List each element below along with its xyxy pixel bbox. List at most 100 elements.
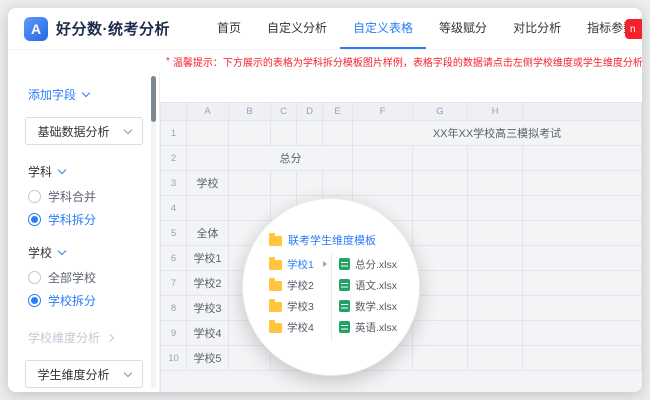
- folder-icon: [269, 236, 282, 246]
- grid-cell: [297, 171, 323, 196]
- row-header: 7: [161, 271, 187, 296]
- magnifier-file-item: 语文.xlsx: [339, 277, 397, 293]
- excel-file-icon: [339, 279, 350, 291]
- magnifier-folder-item: 学校4: [269, 319, 327, 335]
- grid-cell: [468, 346, 523, 371]
- grid-cell: [468, 246, 523, 271]
- grid-cell: [468, 296, 523, 321]
- radio-school-all[interactable]: 全部学校: [8, 270, 159, 284]
- grid-cell: 全体: [187, 221, 229, 246]
- nav-item[interactable]: 首页: [204, 8, 254, 49]
- row-header: 5: [161, 221, 187, 246]
- excel-file-icon: [339, 321, 350, 333]
- row-header: 4: [161, 196, 187, 221]
- grid-cell: [523, 271, 642, 296]
- grid-cell: [413, 296, 468, 321]
- grid-cell: [413, 171, 468, 196]
- hint-text: 温馨提示：下方展示的表格为学科拆分模板图片样例，表格字段的数据请点击左侧学校维度…: [173, 54, 642, 69]
- subject-group-label[interactable]: 学科: [8, 163, 159, 180]
- add-field-label: 添加字段: [28, 86, 76, 103]
- radio-selected-icon[interactable]: [28, 213, 41, 226]
- column-header-B: B: [229, 103, 271, 121]
- grid-cell: [323, 121, 353, 146]
- grid-row: 4: [161, 196, 642, 221]
- nav-item[interactable]: 等级赋分: [426, 8, 500, 49]
- row-header: 8: [161, 296, 187, 321]
- folder-icon: [269, 323, 282, 333]
- grid-cell: [523, 196, 642, 221]
- magnifier-folder-item: 学校3: [269, 298, 327, 314]
- grid-cell: 学校4: [187, 321, 229, 346]
- excel-file-icon: [339, 258, 350, 270]
- sidebar: 添加字段 基础数据分析 学科 学科合并 学科拆分 学校: [8, 72, 160, 392]
- grid-cell: [297, 121, 323, 146]
- grid-cell: [187, 196, 229, 221]
- hint-marker: *: [166, 56, 170, 67]
- row-header: 2: [161, 146, 187, 171]
- row-header: 9: [161, 321, 187, 346]
- arrow-right-icon: [323, 261, 327, 267]
- column-header-A: A: [187, 103, 229, 121]
- exam-title-cell: XX年XX学校高三模拟考试: [353, 121, 642, 146]
- column-header-C: C: [271, 103, 297, 121]
- radio-selected-icon[interactable]: [28, 294, 41, 307]
- grid-cell: [468, 321, 523, 346]
- folder-label: 学校4: [287, 320, 314, 335]
- grid-cell: [413, 246, 468, 271]
- grid-cell: [229, 196, 271, 221]
- grid-cell: 学校3: [187, 296, 229, 321]
- chevron-down-icon: [58, 247, 66, 255]
- school-dim-link[interactable]: 学校维度分析: [8, 329, 159, 346]
- folder-label: 学校1: [287, 257, 314, 272]
- folder-icon: [269, 281, 282, 291]
- grid-row: 1XX年XX学校高三模拟考试: [161, 121, 642, 146]
- notification-badge[interactable]: n: [625, 19, 642, 39]
- chevron-down-icon: [82, 89, 90, 97]
- grid-cell: [413, 346, 468, 371]
- radio-subject-merge[interactable]: 学科合并: [8, 189, 159, 203]
- grid-cell: [523, 171, 642, 196]
- grid-row: 10学校5: [161, 346, 642, 371]
- radio-label: 学科合并: [48, 188, 96, 205]
- sidebar-scrollbar[interactable]: [151, 76, 156, 388]
- app-window: A 好分数·统考分析 首页自定义分析自定义表格等级赋分对比分析指标参数设置 n …: [8, 8, 642, 392]
- grid-cell: [353, 171, 413, 196]
- nav-item[interactable]: 自定义表格: [340, 8, 426, 49]
- subject-group-text: 学科: [28, 163, 52, 180]
- grid-cell: [413, 146, 468, 171]
- chevron-down-icon: [123, 125, 131, 133]
- radio-school-split[interactable]: 学校拆分: [8, 293, 159, 307]
- radio-icon[interactable]: [28, 190, 41, 203]
- nav-item[interactable]: 自定义分析: [254, 8, 340, 49]
- column-header-E: E: [323, 103, 353, 121]
- chevron-down-icon: [58, 166, 66, 174]
- magnifier-divider: [331, 253, 332, 341]
- row-header: 6: [161, 246, 187, 271]
- magnifier-root-label: 联考学生维度模板: [288, 232, 376, 248]
- folder-icon: [269, 302, 282, 312]
- student-dim-label: 学生维度分析: [37, 366, 109, 383]
- app-logo-icon: A: [24, 17, 48, 41]
- grid-cell: [413, 221, 468, 246]
- column-header-F: F: [353, 103, 413, 121]
- add-field-link[interactable]: 添加字段: [8, 82, 159, 107]
- file-label: 英语.xlsx: [355, 320, 397, 335]
- radio-subject-split[interactable]: 学科拆分: [8, 212, 159, 226]
- magnifier-file-item: 英语.xlsx: [339, 319, 397, 335]
- nav-item[interactable]: 对比分析: [500, 8, 574, 49]
- column-header-fill: [523, 103, 642, 121]
- student-dim-button[interactable]: 学生维度分析: [25, 360, 143, 388]
- folder-label: 学校3: [287, 299, 314, 314]
- hint-bar: * 温馨提示：下方展示的表格为学科拆分模板图片样例，表格字段的数据请点击左侧学校…: [8, 50, 642, 72]
- total-score-cell: 总分: [229, 146, 353, 171]
- radio-icon[interactable]: [28, 271, 41, 284]
- grid-cell: [413, 321, 468, 346]
- grid-cell: [523, 321, 642, 346]
- folder-label: 学校2: [287, 278, 314, 293]
- scrollbar-thumb[interactable]: [151, 76, 156, 122]
- school-dim-label: 学校维度分析: [28, 329, 100, 346]
- radio-label: 学校拆分: [48, 292, 96, 309]
- school-group-label[interactable]: 学校: [8, 244, 159, 261]
- row-header: 3: [161, 171, 187, 196]
- basic-analysis-button[interactable]: 基础数据分析: [25, 117, 143, 145]
